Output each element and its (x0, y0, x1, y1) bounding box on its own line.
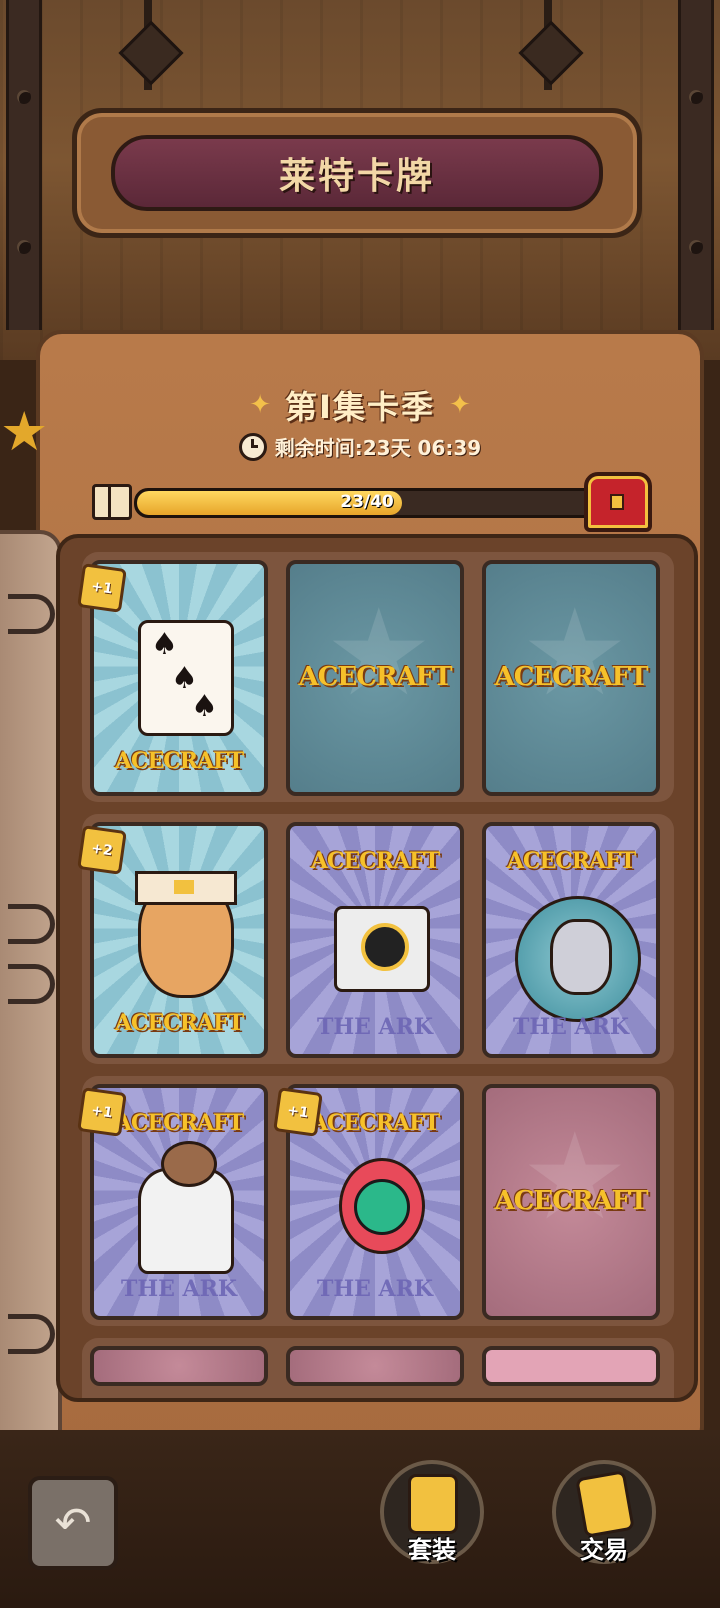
rivet (17, 90, 31, 104)
remaining-time: 剩余时间:23天 06:39 (274, 436, 482, 460)
title-plate: 莱特卡牌 (111, 135, 603, 211)
progress-label: 23/40 (340, 492, 394, 512)
sparkle-icon: ✦ (249, 390, 272, 420)
acecraft-logo: ACECRAFT (298, 662, 453, 692)
star-emblem-icon: ★ (325, 584, 433, 723)
undo-arrow-icon: ↶ (54, 1497, 92, 1549)
collection-progress: 23/40 (92, 472, 652, 532)
robot-card-character (339, 1158, 425, 1254)
card-slot-rat[interactable]: ACECRAFT THE ARK (482, 822, 660, 1058)
title-sign: 莱特卡牌 (72, 108, 642, 238)
the-ark-label: THE ARK (120, 1276, 238, 1302)
binder-ring (8, 964, 55, 1004)
card-set-icon (408, 1474, 458, 1534)
trade-cards-icon (575, 1470, 635, 1538)
acecraft-logo: ACECRAFT (494, 662, 649, 692)
acecraft-logo: ACECRAFT (114, 748, 244, 774)
card-slot-locked[interactable]: ★ ACECRAFT (482, 1084, 660, 1320)
left-metal-strap (6, 0, 42, 330)
card-slot-camera[interactable]: ACECRAFT THE ARK (286, 822, 464, 1058)
duplicate-count-badge: +1 (77, 563, 127, 613)
trade-label: 交易 (580, 1536, 628, 1564)
card-slot-partial[interactable] (482, 1346, 660, 1386)
rat-card-character (515, 896, 641, 1022)
progress-bar: 23/40 (134, 488, 600, 518)
set-label: 套装 (408, 1536, 456, 1564)
reward-chest-icon[interactable] (584, 472, 652, 532)
trade-button[interactable]: 交易 (552, 1460, 656, 1564)
star-emblem-icon: ★ (521, 584, 629, 723)
season-timer: 剩余时间:23天 06:39 (0, 432, 720, 461)
binder-ring (8, 594, 55, 634)
set-button[interactable]: 套装 (380, 1460, 484, 1564)
camera-card-character (334, 906, 430, 992)
back-button[interactable]: ↶ (28, 1476, 118, 1570)
album-book-icon[interactable] (92, 484, 132, 520)
acecraft-logo: ACECRAFT (310, 848, 440, 874)
binder-ring (8, 1314, 55, 1354)
card-slot-locked[interactable]: ★ ACECRAFT (286, 560, 464, 796)
right-metal-strap (678, 0, 714, 330)
card-grid: ♠ ♠ ♠ ACECRAFT ★ ACECRAFT ★ ACECRAFT ACECR… (56, 534, 698, 1402)
sign-hanger-left (118, 0, 184, 120)
duplicate-count-badge: +2 (77, 825, 127, 875)
the-ark-label: THE ARK (316, 1276, 434, 1302)
acecraft-logo: ACECRAFT (506, 848, 636, 874)
duplicate-count-badge: +1 (77, 1087, 127, 1137)
sparkle-icon: ✦ (448, 390, 471, 420)
rivet (689, 240, 703, 254)
clock-icon (238, 432, 267, 461)
spade-card-character: ♠ ♠ ♠ (138, 620, 234, 736)
card-slot-partial[interactable] (286, 1346, 464, 1386)
acecraft-logo: ACECRAFT (494, 1186, 649, 1216)
scientist-card-character (138, 1141, 234, 1274)
rivet (689, 90, 703, 104)
binder-ring (8, 904, 55, 944)
duplicate-count-badge: +1 (273, 1087, 323, 1137)
season-header: ✦ 第I集卡季 ✦ (0, 382, 720, 428)
season-title: 第I集卡季 (285, 388, 435, 426)
card-slot-partial[interactable] (90, 1346, 268, 1386)
album-binder-page (0, 530, 62, 1468)
acecraft-logo: ACECRAFT (114, 1010, 244, 1036)
rivet (17, 240, 31, 254)
sign-hanger-right (518, 0, 584, 120)
page-title: 莱特卡牌 (278, 156, 435, 197)
the-ark-label: THE ARK (316, 1014, 434, 1040)
king-card-character (135, 871, 237, 998)
the-ark-label: THE ARK (512, 1014, 630, 1040)
star-emblem-icon: ★ (521, 1108, 629, 1247)
card-slot-locked[interactable]: ★ ACECRAFT (482, 560, 660, 796)
